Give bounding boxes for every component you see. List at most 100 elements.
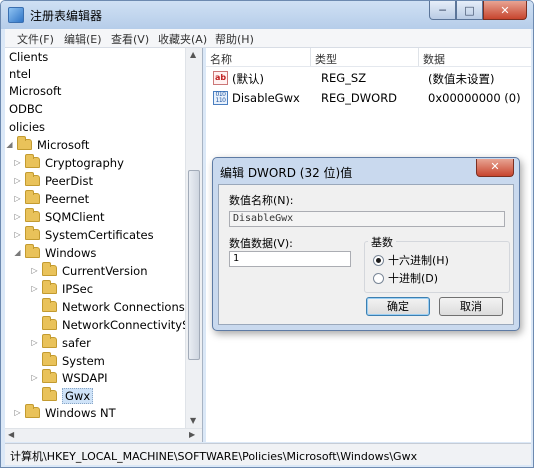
expand-icon[interactable]: ▷ xyxy=(30,284,39,293)
cancel-button[interactable]: 取消 xyxy=(439,297,503,316)
close-button[interactable]: ✕ xyxy=(483,1,527,20)
dialog-title: 编辑 DWORD (32 位)值 xyxy=(220,166,353,180)
column-header-data[interactable]: 数据 xyxy=(419,48,531,66)
collapse-icon[interactable]: ◢ xyxy=(13,248,22,257)
title-bar[interactable]: 注册表编辑器 ─ □ ✕ xyxy=(1,1,533,29)
folder-icon xyxy=(25,154,40,168)
folder-icon xyxy=(25,404,40,418)
registry-tree[interactable]: Clients ntel Microsoft ODBC olicies ◢ Mi… xyxy=(5,48,203,442)
tree-node[interactable]: ODBC xyxy=(9,100,43,117)
radio-unselected-icon xyxy=(373,272,384,284)
value-data-input[interactable]: 1 xyxy=(229,251,351,267)
tree-node[interactable]: NetworkConnectivityStat xyxy=(30,316,202,333)
tree-node-label: PeerDist xyxy=(45,173,93,188)
value-name-field[interactable]: DisableGwx xyxy=(229,211,505,227)
folder-icon xyxy=(42,387,57,401)
scroll-left-icon[interactable]: ◀ xyxy=(8,430,14,439)
expand-icon[interactable]: ▷ xyxy=(13,408,22,417)
tree-node[interactable]: Network Connections xyxy=(30,298,185,315)
folder-icon xyxy=(25,244,40,258)
value-type: REG_SZ xyxy=(321,71,367,85)
menu-view[interactable]: 查看(V) xyxy=(111,31,149,47)
scroll-right-icon[interactable]: ▶ xyxy=(189,430,195,439)
radio-hexadecimal[interactable]: 十六进制(H) xyxy=(373,252,449,268)
menu-help[interactable]: 帮助(H) xyxy=(215,31,254,47)
menu-favorites[interactable]: 收藏夹(A) xyxy=(158,31,207,47)
tree-node-label: SQMClient xyxy=(45,209,105,224)
folder-icon xyxy=(25,226,40,240)
tree-node[interactable]: System xyxy=(30,352,105,369)
header-divider xyxy=(206,66,531,67)
tree-node[interactable]: ▷ Peernet xyxy=(13,190,89,207)
value-data: (数值未设置) xyxy=(428,72,495,86)
tree-node[interactable]: Microsoft xyxy=(9,82,61,99)
minimize-button[interactable]: ─ xyxy=(429,1,456,20)
tree-node-label: Gwx xyxy=(62,387,94,404)
caption-buttons: ─ □ ✕ xyxy=(429,1,527,21)
tree-node[interactable]: ▷ Cryptography xyxy=(13,154,124,171)
expand-icon[interactable]: ▷ xyxy=(30,373,39,382)
tree-node-gwx-selected[interactable]: Gwx xyxy=(30,387,94,404)
tree-node-windows[interactable]: ◢ Windows xyxy=(13,244,96,261)
column-header-name[interactable]: 名称 xyxy=(206,48,311,66)
scroll-up-icon[interactable]: ▲ xyxy=(190,50,196,59)
tree-node[interactable]: ▷ WSDAPI xyxy=(30,369,108,386)
expand-icon[interactable]: ▷ xyxy=(13,230,22,239)
expand-icon[interactable]: ▷ xyxy=(13,194,22,203)
value-row-disablegwx[interactable]: 010 110 DisableGwx REG_DWORD 0x00000000 … xyxy=(206,89,531,107)
value-data-label: 数值数据(V): xyxy=(229,237,293,250)
tree-node-label: IPSec xyxy=(62,281,94,296)
tree-node-label: Microsoft xyxy=(37,137,90,152)
string-value-icon: ab xyxy=(213,71,228,85)
tree-horizontal-scrollbar[interactable]: ◀ ▶ xyxy=(5,428,202,442)
tree-node-label: ODBC xyxy=(9,101,43,116)
folder-icon xyxy=(42,298,57,312)
tree-node[interactable]: ▷ safer xyxy=(30,334,91,351)
tree-node-microsoft[interactable]: ◢ Microsoft xyxy=(5,136,89,153)
menu-file[interactable]: 文件(F) xyxy=(17,31,54,47)
maximize-button[interactable]: □ xyxy=(456,1,483,20)
tree-node-label: olicies xyxy=(9,119,46,134)
dialog-body: 数值名称(N): DisableGwx 数值数据(V): 1 基数 十六进制(H… xyxy=(218,184,514,325)
tree-vertical-scrollbar[interactable]: ▲ ▼ xyxy=(185,48,202,428)
expand-icon[interactable]: ▷ xyxy=(30,266,39,275)
expand-icon[interactable]: ▷ xyxy=(13,158,22,167)
tree-node-label: System xyxy=(62,353,105,368)
expand-icon[interactable]: ▷ xyxy=(13,212,22,221)
tree-node-label: CurrentVersion xyxy=(62,263,148,278)
tree-node-label: Network Connections xyxy=(62,299,185,314)
folder-icon xyxy=(25,208,40,222)
value-name-label: 数值名称(N): xyxy=(229,194,294,207)
column-header-type[interactable]: 类型 xyxy=(311,48,419,66)
tree-node[interactable]: ▷ IPSec xyxy=(30,280,93,297)
tree-node-label: Windows xyxy=(45,245,97,260)
binary-value-icon: 010 110 xyxy=(213,91,228,105)
tree-node[interactable]: ▷ SystemCertificates xyxy=(13,226,154,243)
window-title: 注册表编辑器 xyxy=(30,9,103,23)
radio-decimal[interactable]: 十进制(D) xyxy=(373,270,438,286)
menu-edit[interactable]: 编辑(E) xyxy=(64,31,102,47)
edit-dword-dialog: 编辑 DWORD (32 位)值 ✕ 数值名称(N): DisableGwx 数… xyxy=(212,157,520,331)
tree-node-label: safer xyxy=(62,335,91,350)
tree-node[interactable]: ntel xyxy=(9,65,31,82)
expand-icon[interactable]: ▷ xyxy=(13,176,22,185)
radio-dec-label: 十进制(D) xyxy=(388,272,439,285)
tree-node-label: Windows NT xyxy=(45,405,116,420)
scroll-down-icon[interactable]: ▼ xyxy=(190,416,196,425)
folder-icon xyxy=(42,369,57,383)
regedit-app-icon xyxy=(8,7,24,23)
tree-node[interactable]: Clients xyxy=(9,48,48,65)
tree-node[interactable]: ▷ SQMClient xyxy=(13,208,105,225)
value-data: 0x00000000 (0) xyxy=(428,91,521,105)
ok-button[interactable]: 确定 xyxy=(366,297,430,316)
tree-node[interactable]: ▷ Windows NT xyxy=(13,404,116,421)
expand-icon[interactable]: ▷ xyxy=(30,338,39,347)
dialog-close-button[interactable]: ✕ xyxy=(476,159,514,177)
tree-node-label: SystemCertificates xyxy=(45,227,154,242)
tree-node[interactable]: ▷ PeerDist xyxy=(13,172,93,189)
tree-node[interactable]: olicies xyxy=(9,118,45,135)
collapse-icon[interactable]: ◢ xyxy=(5,140,14,149)
scroll-thumb[interactable] xyxy=(188,170,200,360)
tree-node[interactable]: ▷ CurrentVersion xyxy=(30,262,147,279)
value-row-default[interactable]: ab (默认) REG_SZ (数值未设置) xyxy=(206,69,531,87)
